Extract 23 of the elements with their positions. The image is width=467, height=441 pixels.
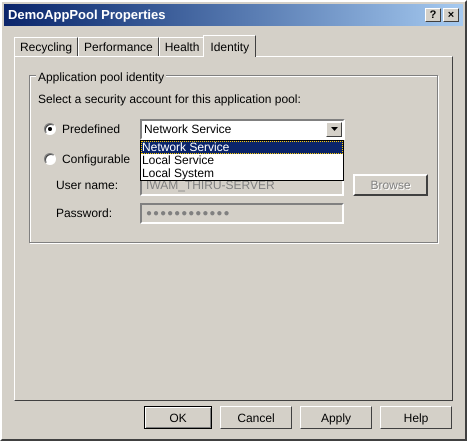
radio-label: Configurable [62,151,130,168]
dialog-button[interactable]: Cancel [220,406,292,429]
dropdown-option[interactable]: Network Service [141,140,343,154]
tab[interactable]: Recycling [14,37,78,56]
help-button[interactable]: ? [425,8,441,22]
tab[interactable]: Performance [78,37,159,56]
dropdown-value: Network Service [144,121,232,138]
field-label: Password: [56,205,114,222]
radio-label: Predefined [62,121,120,138]
field-label: User name: [56,177,120,194]
tab[interactable]: Identity [203,35,256,57]
dialog-button[interactable]: Apply [300,406,372,429]
dropdown-arrow-button[interactable] [326,122,342,136]
caret-icon [330,127,338,131]
dialog-button[interactable]: OK [144,406,212,429]
dropdown-option[interactable]: Local Service [141,154,343,166]
close-button[interactable]: × [443,8,459,22]
dialog-button[interactable]: Help [380,406,452,429]
account-dropdown[interactable]: Network Service [140,118,345,140]
window-title: DemoAppPool Properties [8,6,166,24]
prompt-text: Select a security account for this application pool: [38,91,302,108]
radio-button[interactable] [44,123,56,135]
tab[interactable]: Health [158,37,206,56]
